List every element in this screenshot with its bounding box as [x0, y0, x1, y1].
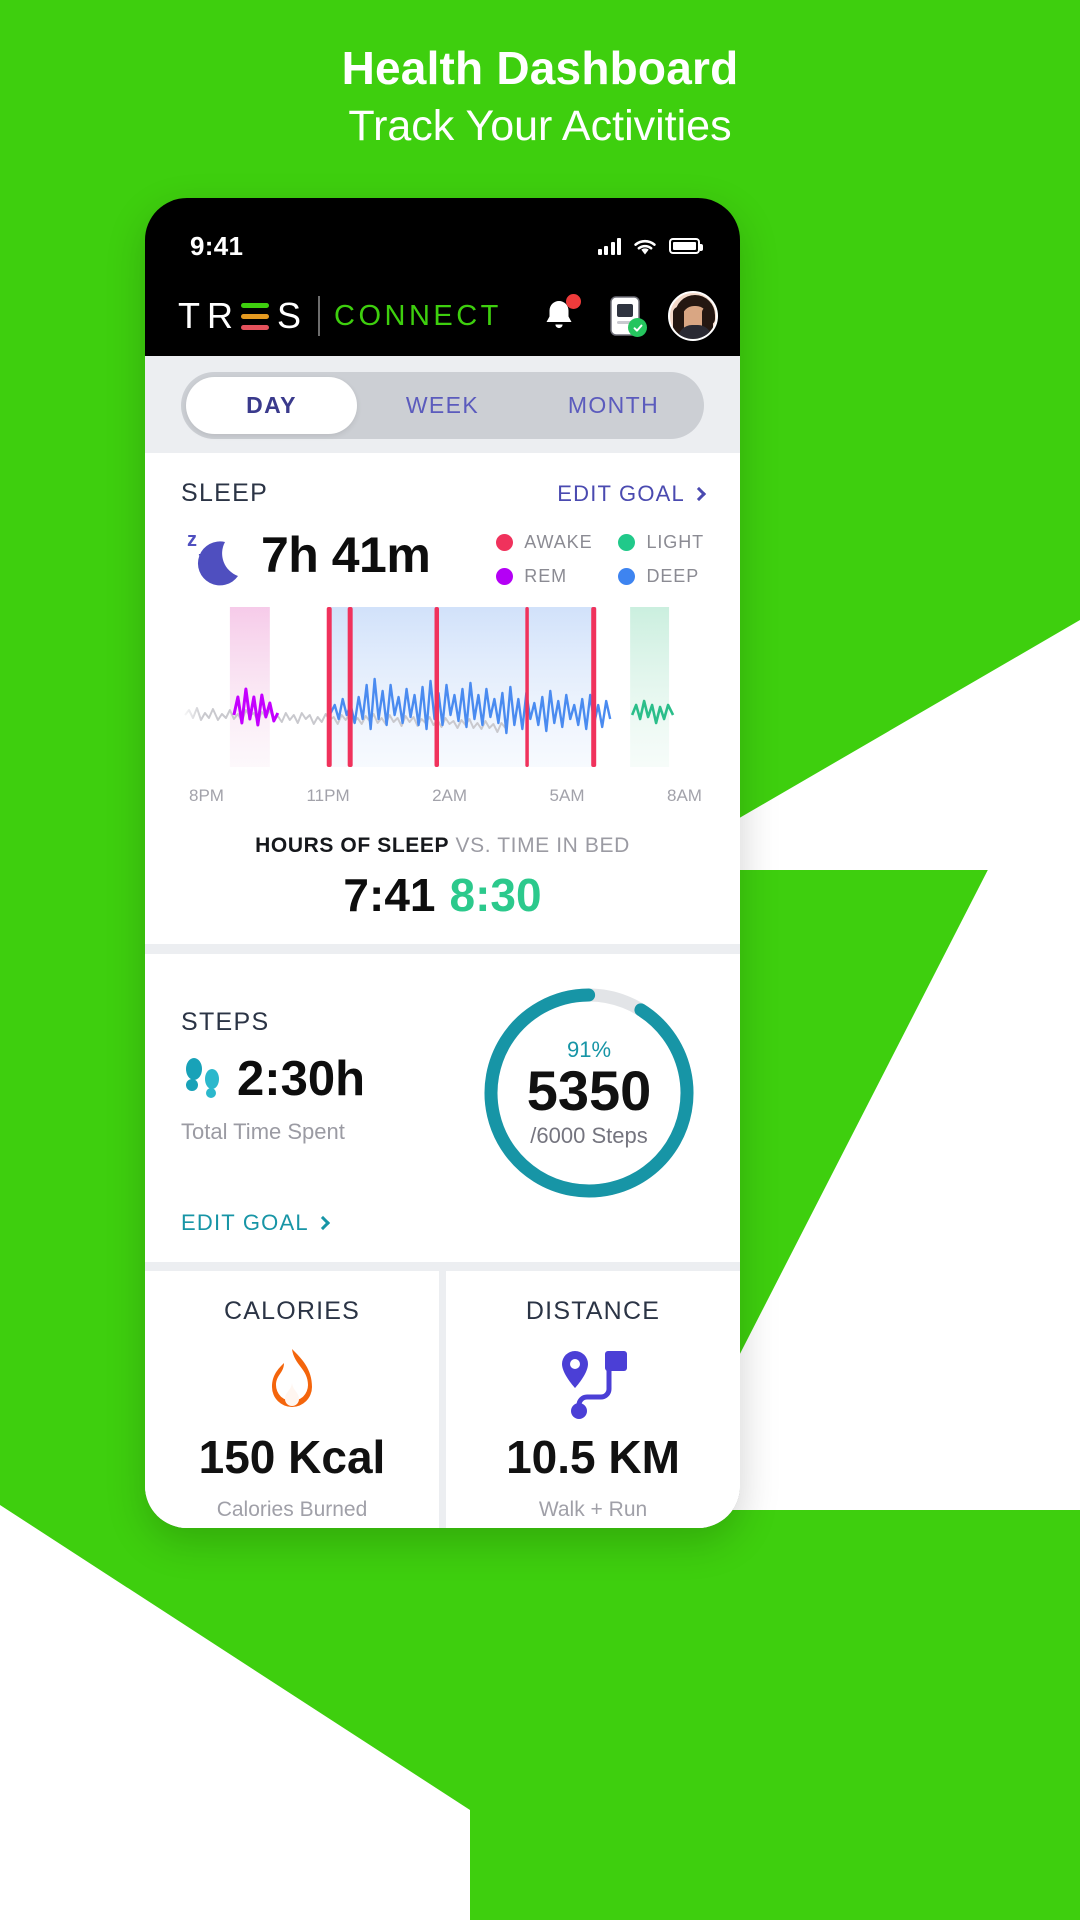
steps-time-label: Total Time Spent	[181, 1119, 345, 1144]
chevron-right-icon	[315, 1215, 330, 1231]
axis-label-4: 8AM	[667, 786, 702, 805]
distance-value: 10.5 KM	[506, 1431, 680, 1483]
legend-rem: REM	[496, 566, 592, 587]
legend-light: LIGHT	[618, 532, 704, 553]
notification-badge	[566, 294, 581, 309]
verified-check-icon	[628, 318, 647, 337]
legend-deep-label: DEEP	[646, 566, 700, 586]
distance-title: DISTANCE	[525, 1297, 661, 1325]
logo-letter-s: S	[277, 295, 309, 336]
sleep-edit-goal-button[interactable]: EDIT GOAL	[557, 480, 707, 507]
tab-day[interactable]: DAY	[186, 377, 357, 434]
svg-text:z: z	[187, 529, 197, 551]
logo-e-bars-icon	[241, 302, 269, 330]
legend-rem-dot	[496, 568, 514, 585]
wifi-icon	[634, 239, 656, 254]
health-card-icon[interactable]	[602, 293, 648, 339]
sleep-edit-goal-label: EDIT GOAL	[557, 480, 685, 506]
steps-edit-goal-label: EDIT GOAL	[181, 1210, 309, 1235]
legend-awake-label: AWAKE	[524, 532, 593, 552]
route-pin-icon	[456, 1340, 730, 1426]
axis-label-3: 5AM	[549, 786, 585, 805]
sleep-compare-values: 7:41 8:30	[181, 868, 704, 922]
metrics-row: CALORIES 150 Kcal Calories Burned DISTAN…	[145, 1262, 740, 1528]
status-bar: 9:41	[145, 198, 740, 276]
steps-goal: /6000 Steps	[530, 1123, 648, 1149]
sleep-title: SLEEP	[181, 479, 269, 507]
distance-sub: Walk + Run	[538, 1498, 648, 1521]
tab-week[interactable]: WEEK	[357, 377, 528, 434]
distance-card[interactable]: DISTANCE 10.5 KM Walk + Run	[446, 1271, 740, 1528]
axis-label-2: 2AM	[432, 786, 468, 805]
steps-card: STEPS 2:30h Total Time Spent 91% 5350 /6…	[145, 954, 740, 1262]
sleep-moon-icon: z z	[181, 524, 255, 586]
sleep-compare-caption: HOURS OF SLEEP VS. TIME IN BED	[181, 834, 704, 858]
steps-count: 5350	[526, 1058, 652, 1122]
sleep-chart-axis: 8PM 11PM 2AM 5AM 8AM	[181, 786, 704, 806]
tab-month[interactable]: MONTH	[528, 377, 699, 434]
period-tabbar: DAY WEEK MONTH	[145, 356, 740, 453]
phone-mockup: 9:41 T R S CONNECT DAY WEEK MONTH SLEEP …	[145, 198, 740, 1528]
footsteps-icon	[181, 1055, 225, 1103]
sleep-duration: 7h 41m	[261, 527, 431, 583]
logo-letter-r: R	[207, 295, 240, 336]
flame-icon	[155, 1340, 429, 1426]
legend-light-dot	[618, 534, 636, 551]
calories-value: 150 Kcal	[198, 1431, 386, 1483]
axis-label-1: 11PM	[306, 786, 350, 805]
steps-progress-ring: 91% 5350 /6000 Steps	[478, 982, 700, 1204]
card-divider	[145, 944, 740, 954]
bell-icon[interactable]	[536, 293, 582, 339]
calories-title: CALORIES	[223, 1297, 361, 1325]
promo-headline: Health Dashboard Track Your Activities	[0, 42, 1080, 153]
sleep-card: SLEEP EDIT GOAL z z 7h 41m AWAKE LIGHT R…	[145, 453, 740, 944]
status-indicators	[597, 237, 703, 256]
axis-label-0: 8PM	[189, 786, 224, 805]
battery-icon	[669, 238, 703, 254]
tres-connect-logo: T R S CONNECT	[178, 295, 502, 337]
legend-awake: AWAKE	[496, 532, 592, 553]
hours-of-sleep-value: 7:41	[343, 869, 436, 921]
status-time: 9:41	[190, 230, 244, 261]
logo-letter-t: T	[178, 295, 207, 336]
legend-rem-label: REM	[524, 566, 567, 586]
chevron-right-icon	[691, 486, 707, 501]
legend-light-label: LIGHT	[646, 532, 704, 552]
compare-bold-label: HOURS OF SLEEP	[255, 834, 450, 857]
steps-title: STEPS	[181, 1008, 270, 1036]
calories-card[interactable]: CALORIES 150 Kcal Calories Burned	[145, 1271, 439, 1528]
avatar[interactable]	[668, 291, 718, 341]
legend-deep-dot	[618, 568, 636, 585]
time-in-bed-value: 8:30	[449, 869, 542, 921]
app-screen: DAY WEEK MONTH SLEEP EDIT GOAL z z 7h 41…	[145, 356, 740, 1528]
sleep-stages-chart	[181, 603, 704, 778]
logo-divider	[318, 296, 321, 336]
cellular-signal-icon	[597, 237, 621, 255]
svg-text:z: z	[198, 549, 206, 566]
steps-edit-goal-button[interactable]: EDIT GOAL	[181, 1210, 704, 1236]
compare-gray-label: VS. TIME IN BED	[455, 834, 630, 857]
calories-sub: Calories Burned	[216, 1498, 368, 1521]
app-header: T R S CONNECT	[145, 276, 740, 356]
sleep-legend: AWAKE LIGHT REM DEEP	[496, 532, 704, 587]
promo-subtitle: Track Your Activities	[348, 101, 732, 150]
promo-title: Health Dashboard	[341, 42, 739, 94]
logo-connect-text: CONNECT	[334, 299, 502, 332]
legend-awake-dot	[496, 534, 514, 551]
steps-time-value: 2:30h	[237, 1052, 366, 1106]
legend-deep: DEEP	[618, 566, 704, 587]
